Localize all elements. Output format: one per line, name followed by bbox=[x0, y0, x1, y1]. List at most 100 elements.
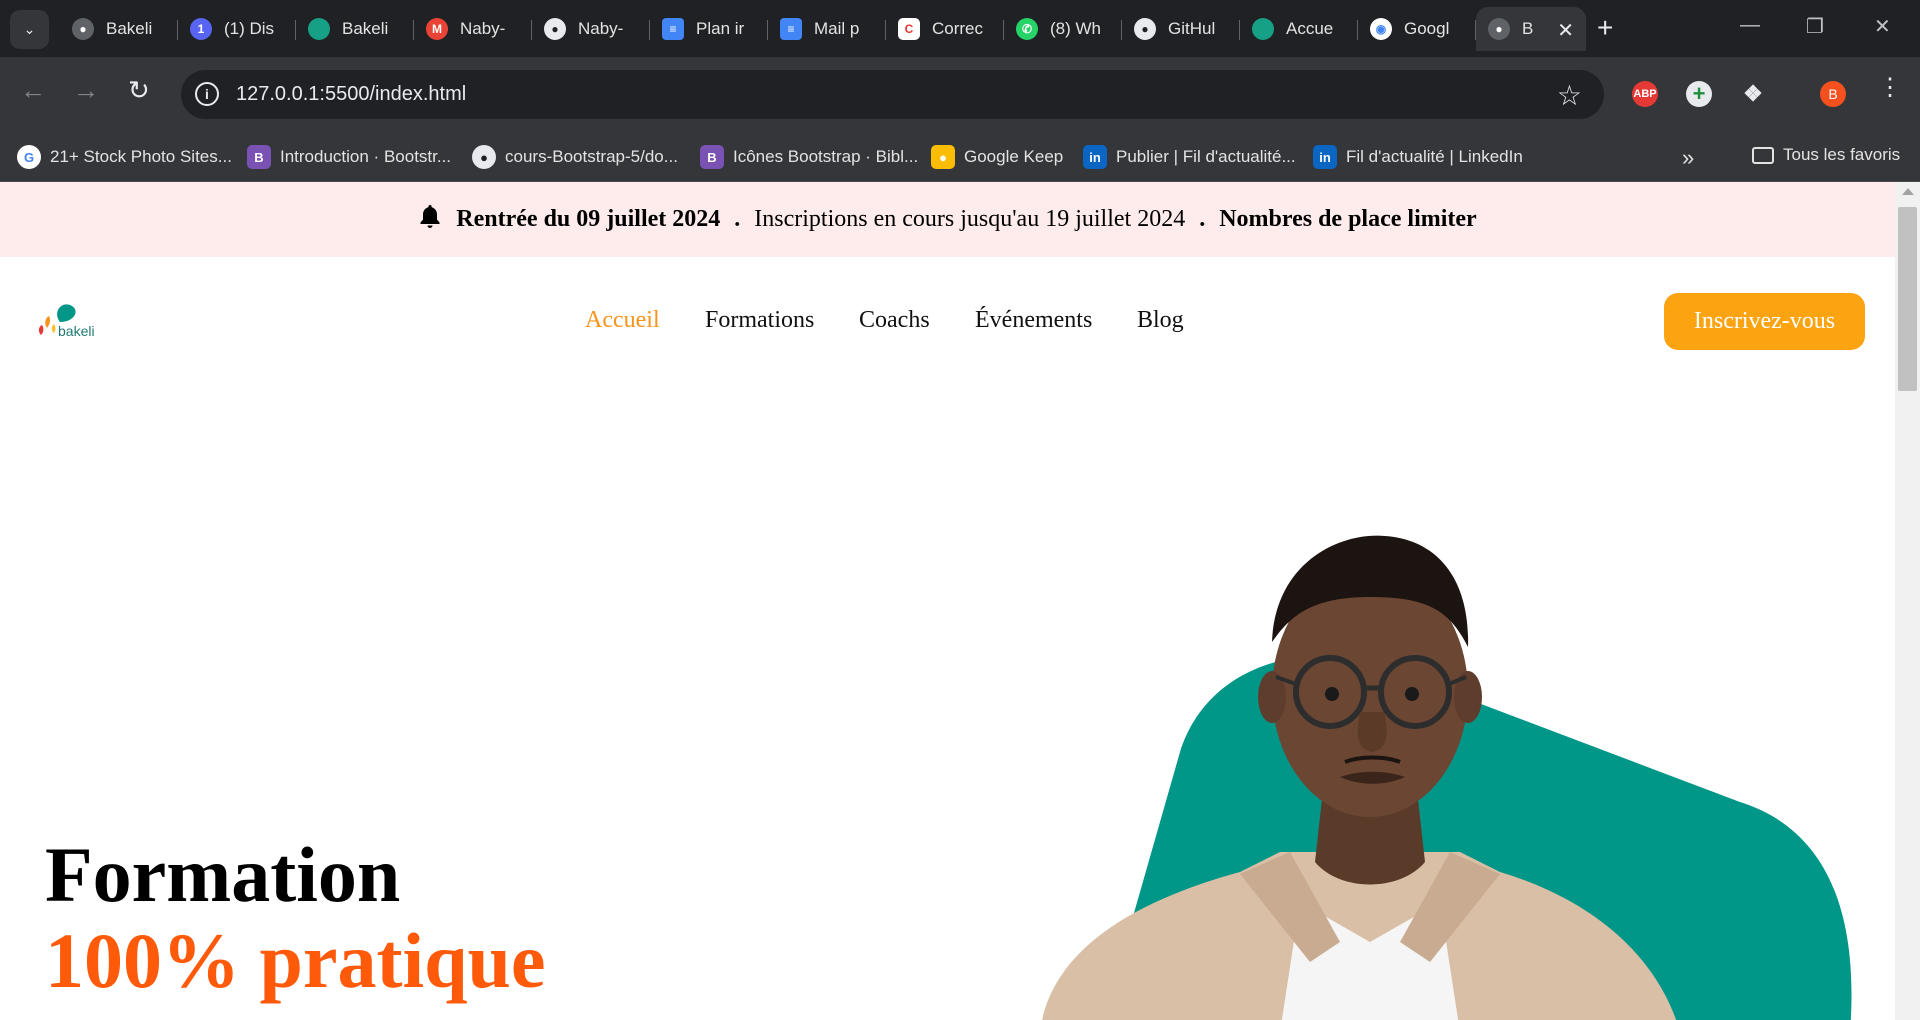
separator: . bbox=[1199, 206, 1206, 232]
tab-label: B bbox=[1522, 19, 1534, 38]
nav-blog[interactable]: Blog bbox=[1137, 307, 1184, 334]
bell-icon bbox=[418, 203, 442, 236]
tab-label: Naby- bbox=[460, 19, 506, 38]
tab-label: GitHul bbox=[1168, 19, 1216, 38]
extensions-puzzle-icon[interactable]: ❖ bbox=[1740, 81, 1766, 107]
announcement-registration: Inscriptions en cours jusqu'au 19 juille… bbox=[754, 206, 1186, 232]
announcement-limited: Nombres de place limiter bbox=[1219, 206, 1477, 232]
bookmark-item[interactable]: ● cours-Bootstrap-5/do... bbox=[472, 145, 678, 169]
site-info-icon[interactable]: i bbox=[195, 82, 219, 106]
hero-line-2: 100% pratique bbox=[45, 917, 546, 1004]
tab-label: Plan ir bbox=[696, 19, 745, 38]
browser-tab[interactable]: 1 (1) Dis bbox=[178, 7, 296, 51]
browser-tab-active[interactable]: ● B ✕ bbox=[1476, 7, 1586, 51]
bookmark-item[interactable]: G 21+ Stock Photo Sites... bbox=[17, 145, 232, 169]
scroll-thumb[interactable] bbox=[1898, 207, 1917, 391]
nav-coachs[interactable]: Coachs bbox=[859, 307, 930, 334]
tab-label: Correc bbox=[932, 19, 984, 38]
browser-tabstrip: ⌄ ● Bakeli 1 (1) Dis Bakeli M Naby- ● Naby- … bbox=[0, 0, 1920, 57]
nav-formations[interactable]: Formations bbox=[705, 307, 814, 334]
adblock-plus-icon[interactable]: ABP bbox=[1632, 81, 1658, 107]
profile-initial: B bbox=[1828, 86, 1838, 102]
tab-search-button[interactable]: ⌄ bbox=[10, 10, 49, 49]
separator: . bbox=[734, 206, 741, 232]
bootstrap-icon: B bbox=[700, 145, 724, 169]
browser-tab[interactable]: ≡ Plan ir bbox=[650, 7, 768, 51]
nav-accueil[interactable]: Accueil bbox=[585, 307, 660, 334]
bakeli-favicon bbox=[308, 18, 330, 40]
minimize-icon[interactable]: — bbox=[1740, 14, 1760, 37]
google-keep-icon: ● bbox=[931, 145, 955, 169]
folder-icon bbox=[1752, 146, 1774, 164]
bookmark-label: Publier | Fil d'actualité... bbox=[1116, 147, 1296, 166]
new-tab-button[interactable]: + bbox=[1597, 13, 1613, 43]
globe-icon: ● bbox=[1488, 18, 1510, 40]
bookmark-item[interactable]: ● Google Keep bbox=[931, 145, 1063, 169]
bookmark-item[interactable]: in Fil d'actualité | LinkedIn bbox=[1313, 145, 1523, 169]
close-window-icon[interactable]: ✕ bbox=[1874, 14, 1891, 39]
github-icon: ● bbox=[544, 18, 566, 40]
corrector-icon: C bbox=[898, 18, 920, 40]
browser-tab[interactable]: ● GitHul bbox=[1122, 7, 1240, 51]
announcement-date: Rentrée du 09 juillet 2024 bbox=[456, 206, 721, 232]
back-icon[interactable]: ← bbox=[20, 75, 46, 105]
chevron-down-icon: ⌄ bbox=[23, 21, 36, 37]
bookmark-label: Fil d'actualité | LinkedIn bbox=[1346, 147, 1523, 166]
hero-illustration bbox=[1042, 535, 1852, 1020]
kebab-menu-icon[interactable]: ⋮ bbox=[1878, 73, 1902, 103]
linkedin-icon: in bbox=[1083, 145, 1107, 169]
bakeli-favicon bbox=[1252, 18, 1274, 40]
bookmark-item[interactable]: B Introduction · Bootstr... bbox=[247, 145, 451, 169]
reload-icon[interactable]: ↻ bbox=[128, 75, 150, 105]
browser-tab[interactable]: Accue bbox=[1240, 7, 1358, 51]
bookmark-item[interactable]: in Publier | Fil d'actualité... bbox=[1083, 145, 1296, 169]
google-icon: G bbox=[17, 145, 41, 169]
all-bookmarks-folder[interactable]: Tous les favoris bbox=[1752, 145, 1900, 165]
browser-tab[interactable]: M Naby- bbox=[414, 7, 532, 51]
bookmark-star-icon[interactable]: ☆ bbox=[1557, 79, 1582, 112]
close-tab-icon[interactable]: ✕ bbox=[1557, 18, 1574, 43]
browser-tab[interactable]: Bakeli bbox=[296, 7, 414, 51]
browser-toolbar: ← → ↻ i 127.0.0.1:5500/index.html ☆ ABP … bbox=[0, 57, 1920, 130]
forward-icon[interactable]: → bbox=[73, 75, 99, 105]
nav-evenements[interactable]: Événements bbox=[975, 307, 1092, 334]
bookmark-label: Google Keep bbox=[964, 147, 1064, 166]
page-scrollbar[interactable] bbox=[1895, 182, 1920, 1020]
browser-tab[interactable]: ✆ (8) Wh bbox=[1004, 7, 1122, 51]
browser-tab[interactable]: ● Bakeli bbox=[60, 7, 178, 51]
url-text[interactable]: 127.0.0.1:5500/index.html bbox=[236, 83, 466, 106]
github-icon: ● bbox=[1134, 18, 1156, 40]
profile-avatar[interactable]: B bbox=[1820, 81, 1846, 107]
address-bar[interactable]: i 127.0.0.1:5500/index.html ☆ bbox=[181, 70, 1604, 119]
globe-icon: ● bbox=[72, 18, 94, 40]
browser-tab[interactable]: C Correc bbox=[886, 7, 1004, 51]
restore-icon[interactable]: ❐ bbox=[1806, 14, 1824, 39]
gmail-icon: M bbox=[426, 18, 448, 40]
tab-label: (1) Dis bbox=[224, 19, 275, 38]
google-docs-icon: ≡ bbox=[662, 18, 684, 40]
tab-label: Bakeli bbox=[106, 19, 153, 38]
browser-tab[interactable]: ≡ Mail p bbox=[768, 7, 886, 51]
more-bookmarks-icon[interactable]: » bbox=[1682, 145, 1694, 171]
abp-label: ABP bbox=[1633, 88, 1657, 100]
add-extension-icon[interactable]: + bbox=[1686, 81, 1712, 107]
whatsapp-icon: ✆ bbox=[1016, 18, 1038, 40]
bookmark-item[interactable]: B Icônes Bootstrap · Bibl... bbox=[700, 145, 918, 169]
scroll-up-arrow-icon[interactable] bbox=[1902, 188, 1914, 195]
hero-line-1: Formation bbox=[45, 831, 401, 918]
tab-label: Naby- bbox=[578, 19, 624, 38]
tab-list: ● Bakeli 1 (1) Dis Bakeli M Naby- ● Naby- ≡ P… bbox=[60, 7, 1586, 51]
github-icon: ● bbox=[472, 145, 496, 169]
bookmark-label: Introduction · Bootstr... bbox=[280, 147, 452, 166]
browser-tab[interactable]: ● Naby- bbox=[532, 7, 650, 51]
register-button[interactable]: Inscrivez-vous bbox=[1664, 293, 1865, 350]
page-viewport: Rentrée du 09 juillet 2024 . Inscription… bbox=[0, 182, 1895, 1020]
site-logo[interactable]: bakeli bbox=[36, 300, 106, 344]
discord-icon: 1 bbox=[190, 18, 212, 40]
tab-label: Accue bbox=[1286, 19, 1334, 38]
tab-label: Bakeli bbox=[342, 19, 389, 38]
browser-tab[interactable]: ◉ Googl bbox=[1358, 7, 1476, 51]
google-docs-icon: ≡ bbox=[780, 18, 802, 40]
bookmark-label: cours-Bootstrap-5/do... bbox=[505, 147, 678, 166]
bookmark-label: Icônes Bootstrap · Bibl... bbox=[733, 147, 919, 166]
